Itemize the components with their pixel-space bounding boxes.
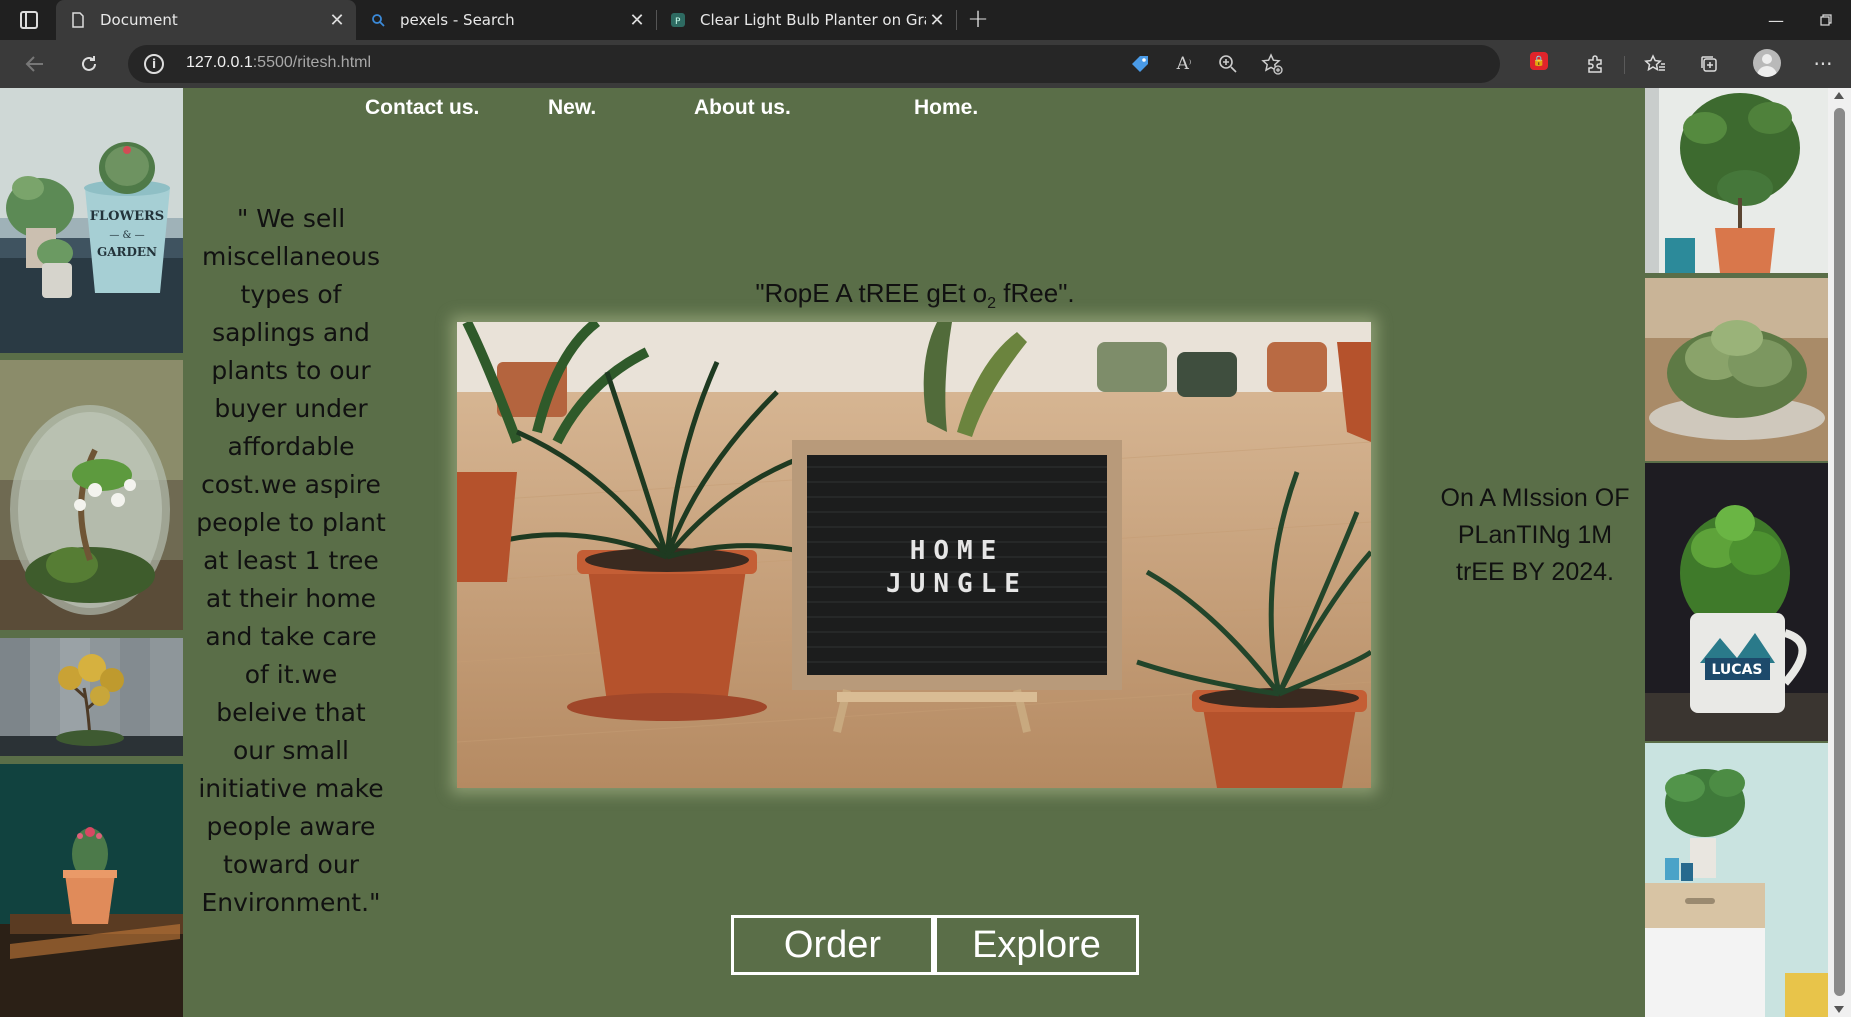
page-viewport: FLOWERS — & — GARDEN Contact us. New. Ab… bbox=[0, 88, 1851, 1017]
home-jungle-hero-image: HOME JUNGLE bbox=[457, 322, 1371, 788]
tagline-subscript: 2 bbox=[987, 295, 997, 313]
tagline-text-after: fRee". bbox=[996, 278, 1075, 308]
read-aloud-icon[interactable]: A ⁾ bbox=[1172, 53, 1196, 75]
page-scrollbar[interactable] bbox=[1828, 88, 1851, 1017]
scroll-thumb[interactable] bbox=[1834, 108, 1845, 996]
tab-actions-icon[interactable] bbox=[14, 9, 44, 31]
monstera-shelf-photo bbox=[1645, 743, 1828, 1017]
svg-text:GARDEN: GARDEN bbox=[97, 245, 157, 259]
mission-statement: On A MIssion OF PLanTINg 1M trEE BY 2024… bbox=[1440, 484, 1630, 586]
address-bar[interactable]: i 127.0.0.1:5500/ritesh.html A ⁾ bbox=[128, 45, 1500, 83]
flowers-garden-cactus-photo: FLOWERS — & — GARDEN bbox=[0, 88, 183, 353]
more-menu-icon[interactable]: ··· bbox=[1808, 50, 1838, 78]
scroll-down-icon[interactable] bbox=[1834, 1006, 1844, 1013]
cactus-pot-photo bbox=[0, 764, 183, 1017]
nav-home-link[interactable]: Home. bbox=[914, 96, 978, 120]
scroll-up-icon[interactable] bbox=[1834, 92, 1844, 99]
coupon-tag-icon[interactable] bbox=[1128, 53, 1152, 75]
search-icon bbox=[370, 12, 386, 28]
minimize-icon[interactable]: — bbox=[1750, 0, 1802, 40]
nav-contact-link[interactable]: Contact us. bbox=[365, 96, 479, 120]
url-text[interactable]: 127.0.0.1:5500/ritesh.html bbox=[186, 54, 371, 72]
url-path: :5500/ritesh.html bbox=[252, 54, 372, 71]
fiddle-leaf-plant-photo bbox=[1645, 88, 1828, 273]
nav-new-link[interactable]: New. bbox=[548, 96, 596, 120]
nav-about-link[interactable]: About us. bbox=[694, 96, 791, 120]
left-photo-column: FLOWERS — & — GARDEN bbox=[0, 88, 183, 1017]
tab-title: Document bbox=[100, 11, 178, 29]
info-icon[interactable]: i bbox=[144, 54, 164, 74]
tab-planter[interactable]: P Clear Light Bulb Planter on Gray ✕ bbox=[656, 0, 956, 40]
tagline: "RopE A tREE gEt o2 fRee". bbox=[600, 278, 1230, 313]
toolbar-divider bbox=[1624, 56, 1625, 74]
explore-button[interactable]: Explore bbox=[934, 915, 1139, 975]
back-icon[interactable] bbox=[20, 50, 50, 78]
close-icon[interactable]: ✕ bbox=[326, 9, 348, 31]
refresh-icon[interactable] bbox=[74, 50, 104, 78]
tab-separator bbox=[956, 10, 957, 30]
about-paragraph: " We sell miscellaneous types of sapling… bbox=[196, 204, 386, 917]
moss-bonsai-photo bbox=[1645, 278, 1828, 461]
extensions-icon[interactable] bbox=[1580, 50, 1610, 78]
svg-text:LUCAS: LUCAS bbox=[1712, 662, 1763, 678]
terrarium-photo bbox=[0, 360, 183, 630]
pexels-icon: P bbox=[670, 12, 686, 28]
add-favorite-icon[interactable] bbox=[1260, 53, 1284, 75]
close-icon[interactable]: ✕ bbox=[626, 9, 648, 31]
tab-document[interactable]: Document ✕ bbox=[56, 0, 356, 40]
tab-title: Clear Light Bulb Planter on Gray bbox=[700, 11, 926, 29]
right-photo-column: LUCAS bbox=[1645, 88, 1828, 1017]
tagline-text-before: "RopE A tREE gEt o bbox=[755, 278, 988, 308]
tab-pexels-search[interactable]: pexels - Search ✕ bbox=[356, 0, 656, 40]
close-icon[interactable]: ✕ bbox=[926, 9, 948, 31]
zoom-icon[interactable] bbox=[1216, 53, 1240, 75]
basil-mug-photo: LUCAS bbox=[1645, 463, 1828, 741]
order-button[interactable]: Order bbox=[731, 915, 934, 975]
document-icon bbox=[70, 12, 86, 28]
profile-avatar[interactable] bbox=[1753, 49, 1781, 77]
favorites-icon[interactable] bbox=[1640, 50, 1670, 78]
board-line-1: HOME bbox=[910, 536, 1005, 566]
collections-icon[interactable] bbox=[1694, 50, 1724, 78]
tab-title: pexels - Search bbox=[400, 11, 515, 29]
restore-icon[interactable] bbox=[1800, 0, 1851, 40]
browser-toolbar: i 127.0.0.1:5500/ritesh.html A ⁾ 🔒 ··· bbox=[0, 40, 1851, 88]
url-host: 127.0.0.1 bbox=[186, 54, 253, 71]
board-line-2: JUNGLE bbox=[886, 569, 1028, 599]
title-bar: Document ✕ pexels - Search ✕ P Clear Lig… bbox=[0, 0, 1851, 40]
lock-extension-icon[interactable]: 🔒 bbox=[1530, 52, 1548, 70]
new-tab-icon[interactable]: + bbox=[963, 4, 993, 34]
bonsai-photo bbox=[0, 638, 183, 756]
svg-text:— & —: — & — bbox=[109, 230, 144, 241]
svg-text:P: P bbox=[675, 17, 681, 27]
svg-text:FLOWERS: FLOWERS bbox=[90, 209, 164, 224]
